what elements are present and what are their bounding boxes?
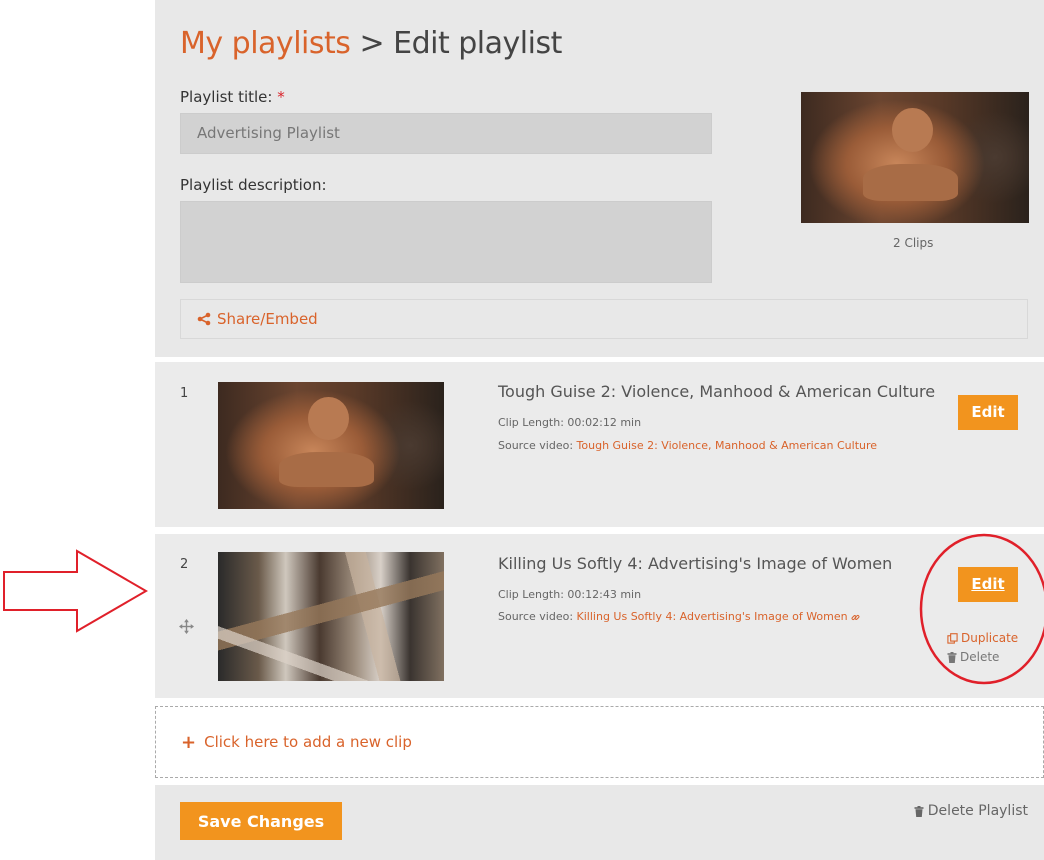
clip-length-label: Clip Length: <box>498 588 564 601</box>
clip-row: 2 Killing Us Softly 4: Advertising's Ima… <box>155 534 1044 698</box>
clip-source-link[interactable]: Killing Us Softly 4: Advertising's Image… <box>577 610 848 623</box>
add-clip-label: Click here to add a new clip <box>204 733 412 751</box>
move-icon[interactable] <box>179 619 194 634</box>
breadcrumb-separator: > <box>359 26 385 61</box>
clip-number: 1 <box>180 386 189 401</box>
share-embed-label: Share/Embed <box>217 310 318 328</box>
duplicate-clip-button[interactable]: Duplicate <box>947 631 1018 645</box>
edit-clip-button[interactable]: Edit <box>958 567 1018 602</box>
playlist-title-label: Playlist title: * <box>180 88 285 106</box>
duplicate-icon <box>947 632 958 644</box>
breadcrumb: My playlists > Edit playlist <box>180 26 562 61</box>
clip-title[interactable]: Killing Us Softly 4: Advertising's Image… <box>498 554 892 573</box>
playlist-description-textarea[interactable] <box>180 201 712 283</box>
delete-label: Delete <box>960 650 1000 664</box>
trash-icon <box>914 805 924 817</box>
delete-clip-button[interactable]: Delete <box>947 650 999 664</box>
delete-playlist-button[interactable]: Delete Playlist <box>914 803 1028 819</box>
playlist-cover-thumbnail <box>801 92 1029 223</box>
required-marker: * <box>277 88 285 106</box>
playlist-description-label: Playlist description: <box>180 176 327 194</box>
page-title: Edit playlist <box>393 26 562 61</box>
clip-source: Source video: Tough Guise 2: Violence, M… <box>498 439 877 452</box>
plus-icon: + <box>181 731 197 753</box>
link-icon <box>851 614 860 620</box>
clip-source: Source video: Killing Us Softly 4: Adver… <box>498 610 860 623</box>
playlist-header-panel: My playlists > Edit playlist Playlist ti… <box>155 0 1044 357</box>
duplicate-label: Duplicate <box>961 631 1019 645</box>
clip-source-link[interactable]: Tough Guise 2: Violence, Manhood & Ameri… <box>577 439 878 452</box>
clip-thumbnail[interactable] <box>218 382 444 509</box>
clip-source-label: Source video: <box>498 439 574 452</box>
clip-thumbnail[interactable] <box>218 552 444 681</box>
clips-count: 2 Clips <box>893 236 934 250</box>
clip-number: 2 <box>180 557 189 572</box>
breadcrumb-my-playlists[interactable]: My playlists <box>180 26 351 61</box>
delete-playlist-label: Delete Playlist <box>927 803 1028 819</box>
playlist-footer: Save Changes Delete Playlist <box>155 785 1044 860</box>
playlist-title-input[interactable]: Advertising Playlist <box>180 113 712 154</box>
clip-length-value: 00:02:12 min <box>567 416 642 429</box>
clip-title[interactable]: Tough Guise 2: Violence, Manhood & Ameri… <box>498 382 935 401</box>
edit-clip-button[interactable]: Edit <box>958 395 1018 430</box>
add-clip-button[interactable]: + Click here to add a new clip <box>155 706 1044 778</box>
clip-length-value: 00:12:43 min <box>567 588 642 601</box>
share-embed-button[interactable]: Share/Embed <box>180 299 1028 339</box>
playlist-title-label-text: Playlist title: <box>180 88 273 106</box>
clip-length: Clip Length: 00:12:43 min <box>498 588 641 601</box>
trash-icon <box>947 651 957 663</box>
clip-length-label: Clip Length: <box>498 416 564 429</box>
save-changes-button[interactable]: Save Changes <box>180 802 342 840</box>
share-icon <box>197 312 211 326</box>
annotation-arrow-icon <box>3 549 148 633</box>
clip-source-label: Source video: <box>498 610 574 623</box>
clip-length: Clip Length: 00:02:12 min <box>498 416 641 429</box>
clip-row: 1 Tough Guise 2: Violence, Manhood & Ame… <box>155 362 1044 527</box>
